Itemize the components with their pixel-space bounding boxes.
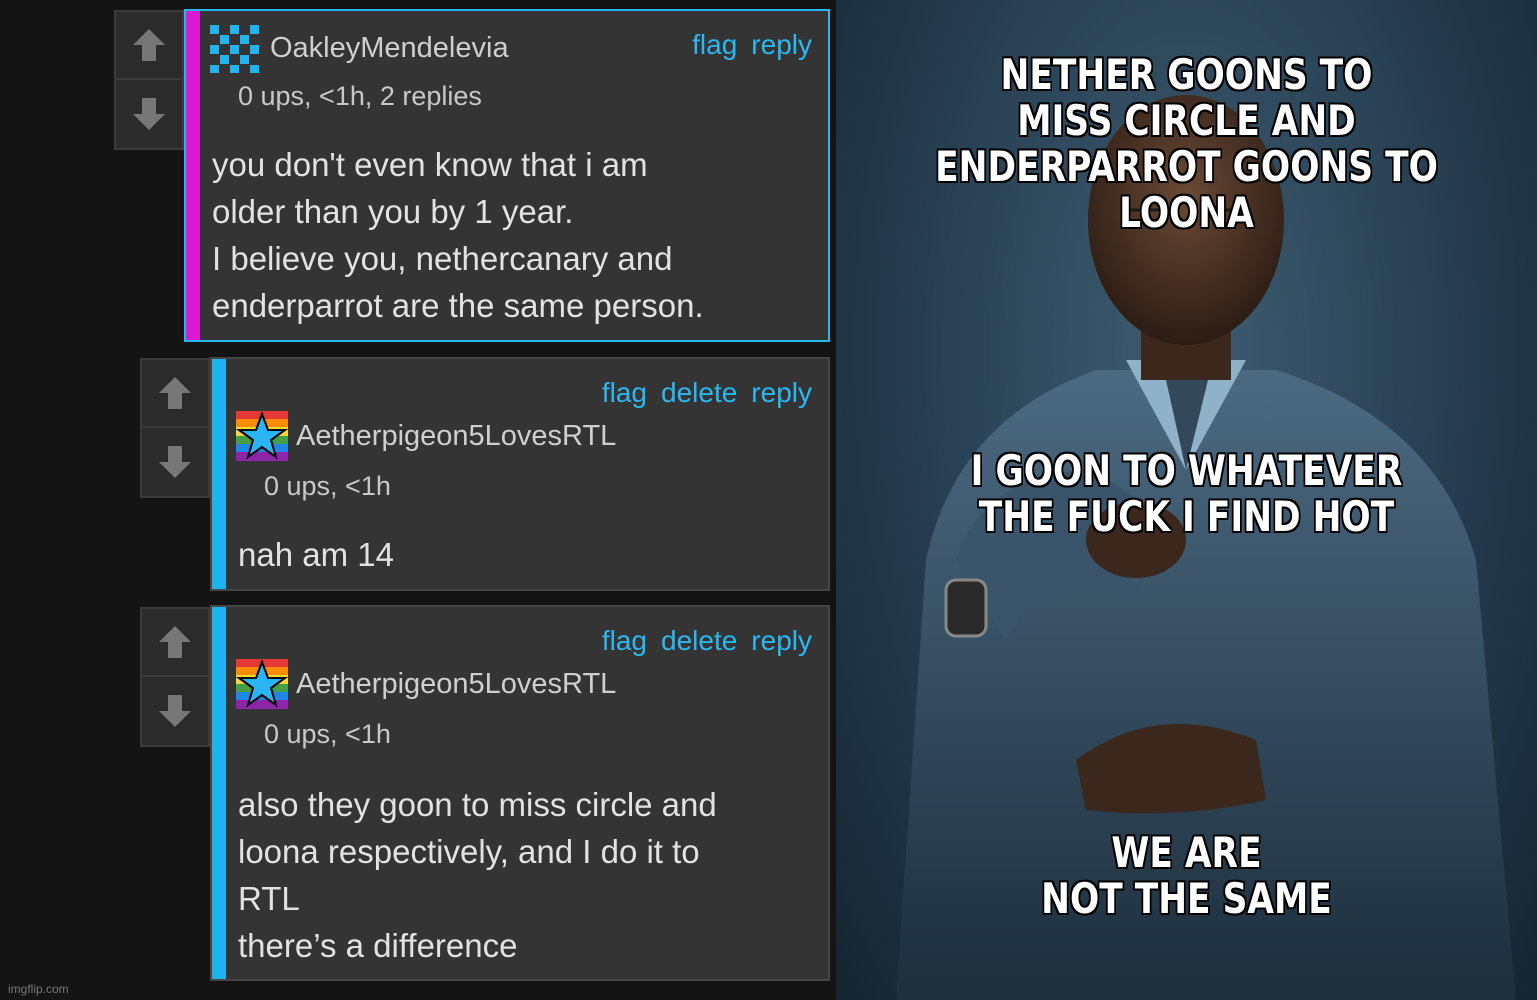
meme-image: NETHER GOONS TO MISS CIRCLE AND ENDERPAR… <box>836 0 1537 1000</box>
comment-thread: flag reply OakleyMendelevia 0 ups, <1h, … <box>0 0 836 1000</box>
comment-author: OakleyMendelevia <box>208 21 509 75</box>
comment-level-stripe <box>186 11 200 340</box>
meme-middle-text: I GOON TO WHATEVER THE FUCK I FIND HOT <box>899 448 1474 540</box>
rainbow-star-icon[interactable] <box>236 659 288 709</box>
delete-link[interactable]: delete <box>661 377 737 409</box>
reply-link[interactable]: reply <box>751 29 812 61</box>
meme-top-caption: NETHER GOONS TO MISS CIRCLE AND ENDERPAR… <box>935 50 1438 237</box>
flag-link[interactable]: flag <box>602 377 647 409</box>
arrow-down-icon <box>133 98 165 130</box>
downvote-button[interactable] <box>116 80 182 148</box>
delete-link[interactable]: delete <box>661 625 737 657</box>
meme-middle-caption: I GOON TO WHATEVER THE FUCK I FIND HOT <box>970 446 1403 541</box>
meme-bottom-text: WE ARE NOT THE SAME <box>899 830 1474 922</box>
flag-link[interactable]: flag <box>602 625 647 657</box>
meme-bottom-caption: WE ARE NOT THE SAME <box>1041 828 1332 923</box>
arrow-down-icon <box>159 446 191 478</box>
upvote-button[interactable] <box>142 360 208 428</box>
username-link[interactable]: OakleyMendelevia <box>270 32 509 65</box>
meme-top-text: NETHER GOONS TO MISS CIRCLE AND ENDERPAR… <box>899 52 1474 236</box>
rainbow-star-icon[interactable] <box>236 411 288 461</box>
comment-meta: 0 ups, <1h, 2 replies <box>238 81 482 111</box>
comment-meta: 0 ups, <1h <box>264 719 391 749</box>
comment-card: flag reply OakleyMendelevia 0 ups, <1h, … <box>184 9 830 342</box>
comment-actions: flag delete reply <box>602 625 812 657</box>
vote-controls <box>140 607 210 747</box>
comment-actions: flag delete reply <box>602 377 812 409</box>
comment-meta: 0 ups, <1h <box>264 471 391 501</box>
reply-link[interactable]: reply <box>751 377 812 409</box>
vote-controls <box>114 10 184 150</box>
arrow-down-icon <box>159 695 191 727</box>
username-link[interactable]: Aetherpigeon5LovesRTL <box>296 420 616 453</box>
arrow-up-icon <box>159 626 191 658</box>
comment-card: flag delete reply Aetherpigeon5LovesRTL … <box>210 357 830 591</box>
comment-level-stripe <box>212 359 226 589</box>
upvote-button[interactable] <box>142 609 208 677</box>
comment-body: nah am 14 <box>238 536 394 573</box>
comment-author: Aetherpigeon5LovesRTL <box>236 659 616 709</box>
upvote-button[interactable] <box>116 12 182 80</box>
username-link[interactable]: Aetherpigeon5LovesRTL <box>296 668 616 701</box>
comment-card: flag delete reply Aetherpigeon5LovesRTL … <box>210 605 830 981</box>
arrow-up-icon <box>133 29 165 61</box>
downvote-button[interactable] <box>142 677 208 745</box>
flag-link[interactable]: flag <box>692 29 737 61</box>
arrow-up-icon <box>159 377 191 409</box>
downvote-button[interactable] <box>142 428 208 496</box>
comment-actions: flag reply <box>692 29 812 61</box>
comment-body: also they goon to miss circle and loona … <box>238 786 717 964</box>
vote-controls <box>140 358 210 498</box>
comment-author: Aetherpigeon5LovesRTL <box>236 411 616 461</box>
pixel-pattern-icon[interactable] <box>208 21 262 75</box>
comment-body: you don't even know that i am older than… <box>212 146 704 324</box>
comment-level-stripe <box>212 607 226 979</box>
reply-link[interactable]: reply <box>751 625 812 657</box>
watermark: imgflip.com <box>8 982 69 996</box>
